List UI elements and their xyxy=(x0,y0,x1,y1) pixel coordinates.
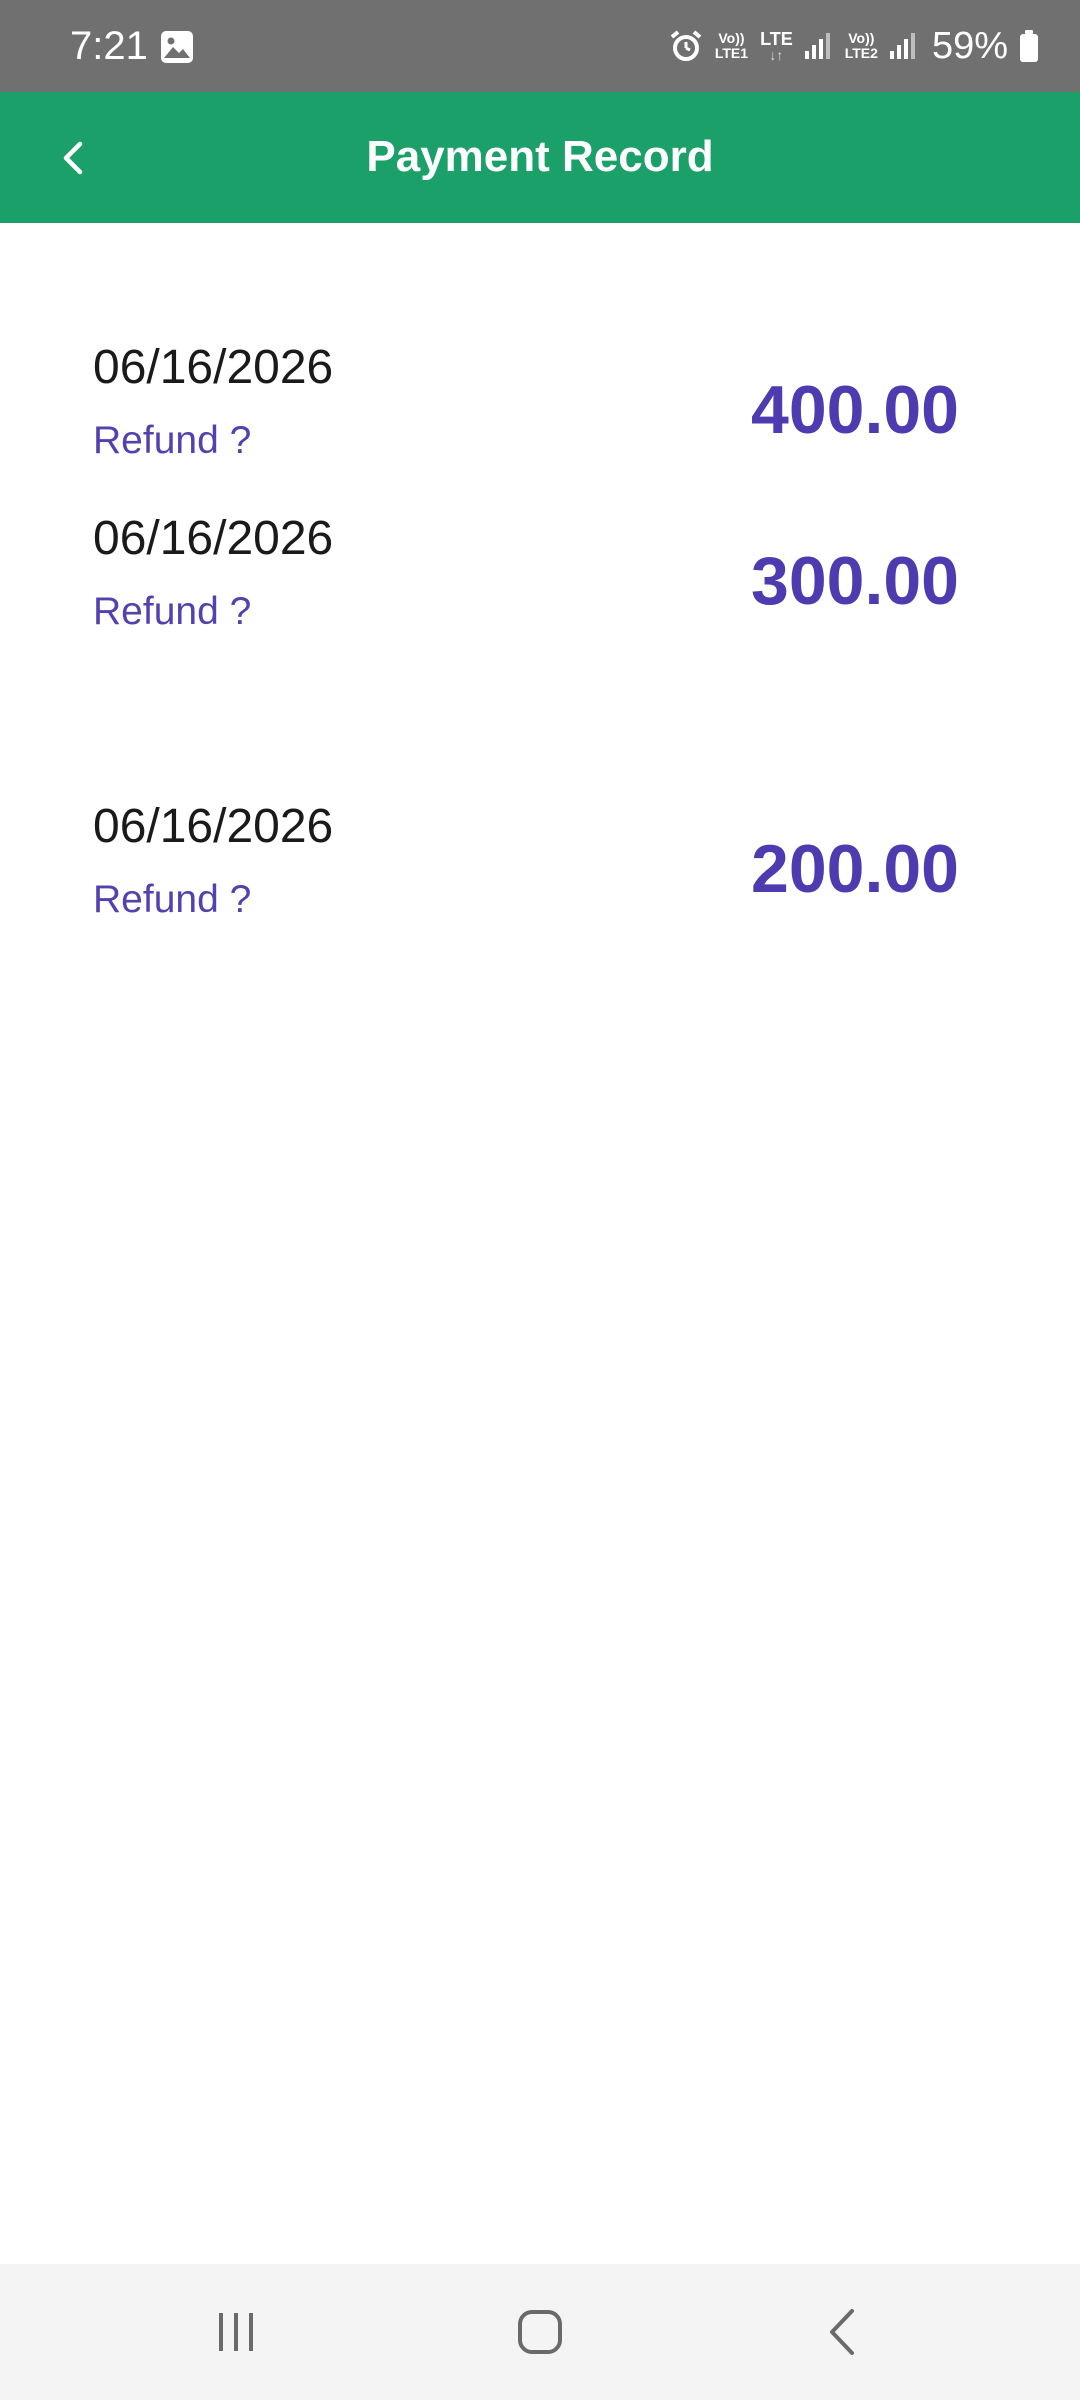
recent-apps-icon xyxy=(219,2313,253,2351)
payment-item: 06/16/2026 Refund ? 300.00 xyxy=(0,511,1080,799)
home-icon xyxy=(518,2310,562,2354)
refund-link[interactable]: Refund ? xyxy=(93,418,251,464)
app-bar: Payment Record xyxy=(0,92,1080,223)
payment-date: 06/16/2026 xyxy=(93,800,334,853)
sim2-lte: LTE2 xyxy=(844,45,878,61)
sim2-volte: Vo)) xyxy=(848,30,875,46)
payment-amount: 400.00 xyxy=(751,372,959,448)
home-button[interactable] xyxy=(495,2292,585,2372)
payment-item: 06/16/2026 Refund ? 200.00 xyxy=(0,799,1080,1087)
payment-amount: 300.00 xyxy=(751,543,959,619)
status-bar: 7:21 Vo)) LTE1 LTE ↓↑ Vo)) LTE2 59% xyxy=(0,0,1080,92)
payment-record-screen: 7:21 Vo)) LTE1 LTE ↓↑ Vo)) LTE2 59% Paym… xyxy=(0,0,1080,2400)
status-icons: Vo)) LTE1 LTE ↓↑ Vo)) LTE2 59% xyxy=(659,20,1040,72)
refund-link[interactable]: Refund ? xyxy=(93,589,251,635)
page-title: Payment Record xyxy=(366,132,714,181)
status-time: 7:21 xyxy=(70,24,148,68)
payment-date: 06/16/2026 xyxy=(93,341,334,394)
data-arrows: ↓↑ xyxy=(769,47,784,63)
refund-link[interactable]: Refund ? xyxy=(93,877,251,923)
data-type-label: LTE ↓↑ xyxy=(760,30,793,62)
battery-percent: 59% xyxy=(931,24,1008,67)
recent-apps-button[interactable] xyxy=(191,2292,281,2372)
system-nav-bar xyxy=(0,2264,1080,2400)
payment-list: 06/16/2026 Refund ? 400.00 06/16/2026 Re… xyxy=(0,223,1080,1087)
alarm-icon xyxy=(670,30,702,61)
sim2-label: Vo)) LTE2 xyxy=(845,31,878,61)
battery-icon xyxy=(1020,30,1038,62)
signal-icon xyxy=(889,33,915,59)
signal-icon xyxy=(804,33,830,59)
sim1-lte: LTE1 xyxy=(714,45,749,61)
sim1-label: Vo)) LTE1 xyxy=(715,31,748,61)
payment-date: 06/16/2026 xyxy=(93,512,334,565)
system-back-button[interactable] xyxy=(798,2292,888,2372)
gallery-icon xyxy=(161,31,193,63)
sim1-volte: Vo)) xyxy=(718,30,745,46)
payment-amount: 200.00 xyxy=(751,831,959,907)
payment-item: 06/16/2026 Refund ? 400.00 xyxy=(0,340,1080,511)
back-icon xyxy=(830,2309,854,2355)
data-type: LTE xyxy=(760,29,793,49)
